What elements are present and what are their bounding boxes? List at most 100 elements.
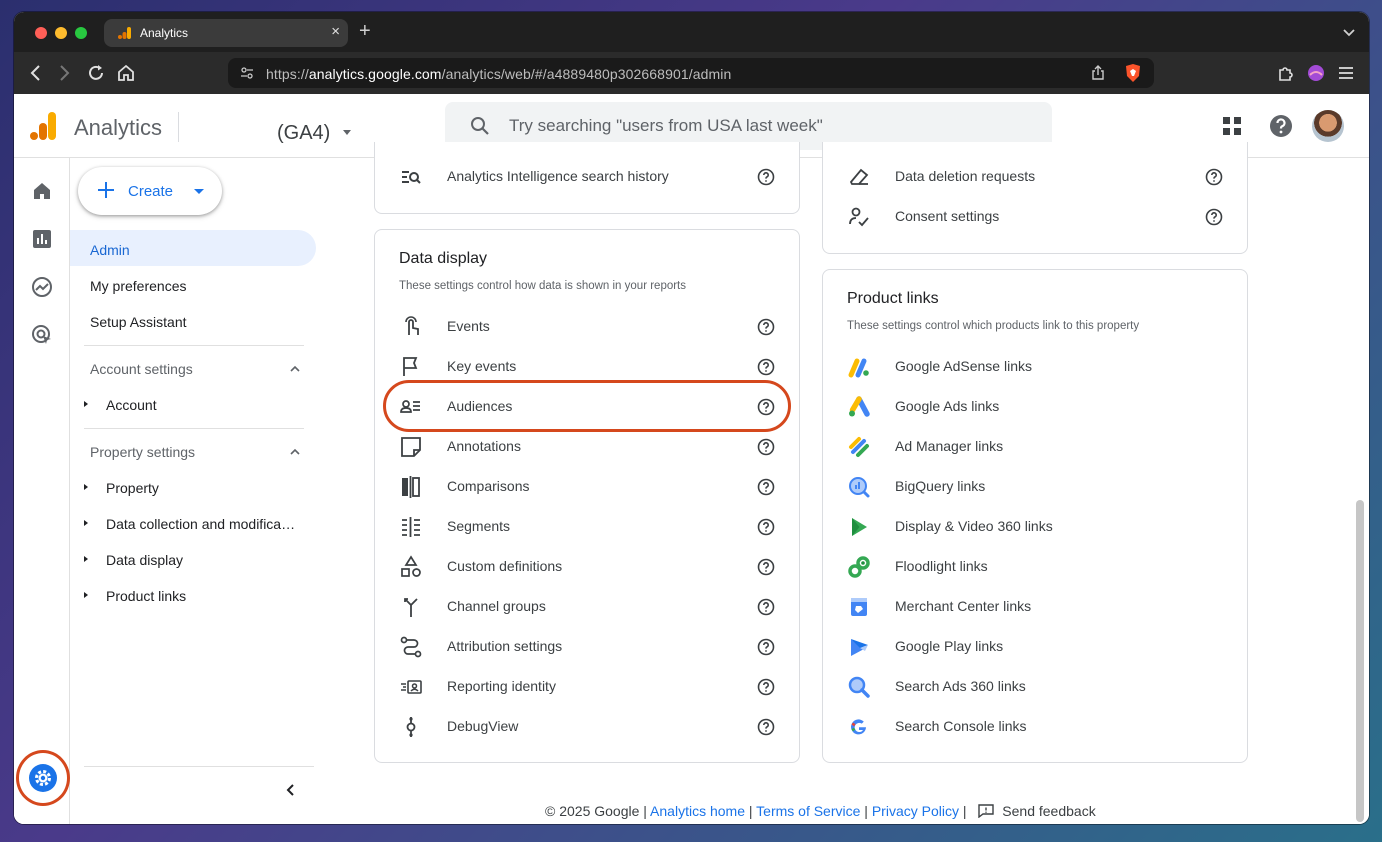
- nav-item-data-collection[interactable]: Data collection and modifica…: [106, 516, 295, 532]
- row-label[interactable]: Key events: [447, 358, 516, 374]
- site-settings-icon[interactable]: [240, 66, 254, 80]
- nav-item-account[interactable]: Account: [106, 397, 157, 413]
- row-label[interactable]: Analytics Intelligence search history: [447, 168, 669, 184]
- row-label[interactable]: Search Ads 360 links: [895, 678, 1026, 694]
- row-label[interactable]: Annotations: [447, 438, 521, 454]
- menu-icon[interactable]: [1336, 63, 1356, 83]
- analytics-logo-icon[interactable]: [30, 112, 56, 140]
- send-feedback-link[interactable]: Send feedback: [1002, 803, 1095, 819]
- row-label[interactable]: DebugView: [447, 718, 518, 734]
- row-label[interactable]: Reporting identity: [447, 678, 556, 694]
- property-selector[interactable]: (GA4): [277, 122, 330, 145]
- row-label[interactable]: Audiences: [447, 398, 512, 414]
- expand-triangle-icon[interactable]: [84, 520, 88, 526]
- chevron-up-icon[interactable]: [290, 447, 300, 457]
- help-icon[interactable]: [1269, 114, 1293, 138]
- expand-triangle-icon[interactable]: [84, 592, 88, 598]
- row-label[interactable]: Google Ads links: [895, 398, 999, 414]
- nav-item-data-display[interactable]: Data display: [106, 552, 183, 568]
- row-label[interactable]: BigQuery links: [895, 478, 985, 494]
- help-circle-icon[interactable]: [1205, 208, 1223, 226]
- caret-down-icon[interactable]: [343, 130, 351, 135]
- feedback-icon[interactable]: [978, 804, 995, 818]
- advertising-icon[interactable]: [31, 324, 53, 346]
- admin-button[interactable]: [29, 764, 57, 792]
- collapse-nav-icon[interactable]: [284, 783, 298, 797]
- expand-triangle-icon[interactable]: [84, 484, 88, 490]
- chevron-up-icon[interactable]: [290, 364, 300, 374]
- reload-icon[interactable]: [86, 63, 106, 83]
- help-circle-icon[interactable]: [757, 678, 775, 696]
- row-label[interactable]: Channel groups: [447, 598, 546, 614]
- page-footer: © 2025 Google | Analytics home | Terms o…: [545, 803, 1096, 819]
- row-label[interactable]: Google AdSense links: [895, 358, 1032, 374]
- account-settings-header[interactable]: Account settings: [90, 361, 193, 377]
- help-circle-icon[interactable]: [757, 358, 775, 376]
- help-circle-icon[interactable]: [757, 598, 775, 616]
- forward-icon[interactable]: [54, 63, 74, 83]
- extensions-icon[interactable]: [1276, 63, 1296, 83]
- chevron-down-icon[interactable]: [1341, 24, 1357, 40]
- row-label[interactable]: Consent settings: [895, 208, 999, 224]
- help-circle-icon[interactable]: [757, 318, 775, 336]
- nav-item-setup-assistant[interactable]: Setup Assistant: [90, 314, 187, 330]
- terms-of-service-link[interactable]: Terms of Service: [756, 803, 860, 819]
- row-label[interactable]: Attribution settings: [447, 638, 562, 654]
- avatar[interactable]: [1312, 110, 1344, 142]
- nav-item-admin-label[interactable]: Admin: [90, 242, 130, 258]
- tab-close-icon[interactable]: ×: [331, 24, 340, 40]
- expand-triangle-icon[interactable]: [84, 556, 88, 562]
- explore-icon[interactable]: [31, 276, 53, 298]
- flag-icon: [403, 357, 418, 376]
- privacy-policy-link[interactable]: Privacy Policy: [872, 803, 959, 819]
- browser-tab[interactable]: Analytics ×: [104, 19, 348, 47]
- row-label[interactable]: Data deletion requests: [895, 168, 1035, 184]
- property-settings-header[interactable]: Property settings: [90, 444, 195, 460]
- help-circle-icon[interactable]: [757, 398, 775, 416]
- search-console-icon: [851, 719, 866, 735]
- help-circle-icon[interactable]: [757, 168, 775, 186]
- row-label[interactable]: Display & Video 360 links: [895, 518, 1053, 534]
- reports-icon[interactable]: [31, 228, 53, 250]
- help-circle-icon[interactable]: [757, 518, 775, 536]
- zoom-window-button[interactable]: [75, 27, 87, 39]
- card-subtitle: These settings control how data is shown…: [399, 280, 687, 292]
- row-label[interactable]: Merchant Center links: [895, 598, 1031, 614]
- help-circle-icon[interactable]: [757, 638, 775, 656]
- minimize-window-button[interactable]: [55, 27, 67, 39]
- help-circle-icon[interactable]: [757, 558, 775, 576]
- help-circle-icon[interactable]: [757, 718, 775, 736]
- new-tab-button[interactable]: +: [359, 21, 371, 41]
- profile-icon[interactable]: [1306, 63, 1326, 83]
- help-circle-icon[interactable]: [757, 438, 775, 456]
- dv360-icon: [852, 518, 867, 536]
- home-icon[interactable]: [116, 63, 136, 83]
- back-icon[interactable]: [26, 63, 46, 83]
- help-circle-icon[interactable]: [1205, 168, 1223, 186]
- nav-item-my-preferences[interactable]: My preferences: [90, 278, 186, 294]
- apps-grid-icon[interactable]: [1222, 116, 1242, 136]
- page-scrollbar[interactable]: [1356, 500, 1364, 822]
- address-bar[interactable]: https://analytics.google.com/analytics/w…: [228, 58, 1154, 88]
- browser-window: Analytics × + https://analytics.google.c…: [14, 12, 1369, 824]
- analytics-home-link[interactable]: Analytics home: [650, 803, 745, 819]
- nav-item-product-links[interactable]: Product links: [106, 588, 186, 604]
- help-circle-icon[interactable]: [757, 478, 775, 496]
- row-label[interactable]: Floodlight links: [895, 558, 988, 574]
- row-label[interactable]: Google Play links: [895, 638, 1003, 654]
- close-window-button[interactable]: [35, 27, 47, 39]
- brave-shield-icon[interactable]: [1124, 63, 1142, 83]
- row-label[interactable]: Custom definitions: [447, 558, 562, 574]
- expand-triangle-icon[interactable]: [84, 401, 88, 407]
- row-label[interactable]: Ad Manager links: [895, 438, 1003, 454]
- row-label[interactable]: Search Console links: [895, 718, 1027, 734]
- browser-toolbar: https://analytics.google.com/analytics/w…: [14, 52, 1369, 94]
- row-label[interactable]: Events: [447, 318, 490, 334]
- home-icon[interactable]: [31, 180, 53, 202]
- nav-item-property[interactable]: Property: [106, 480, 159, 496]
- row-label[interactable]: Segments: [447, 518, 510, 534]
- share-icon[interactable]: [1090, 65, 1106, 81]
- row-label[interactable]: Comparisons: [447, 478, 529, 494]
- create-button[interactable]: Create: [78, 167, 222, 215]
- card-data-display: Data display These settings control how …: [374, 229, 800, 763]
